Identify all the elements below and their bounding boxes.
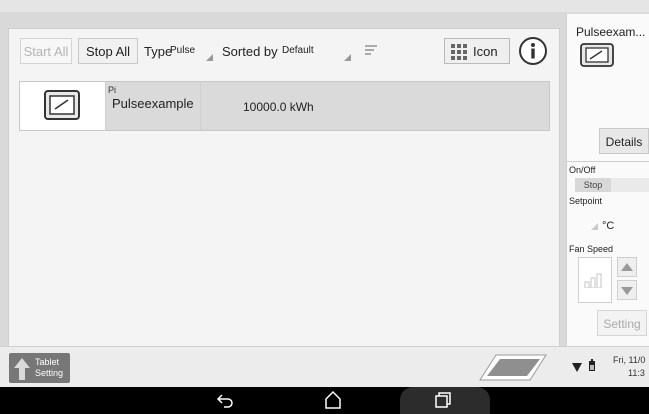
meter-icon (44, 90, 80, 120)
fan-speed-display (578, 257, 612, 303)
toolbar: Start All Stop All Type Pulse Sorted by … (8, 28, 558, 74)
fan-down-button[interactable] (617, 280, 637, 300)
stop-all-button[interactable]: Stop All (78, 38, 138, 64)
meter-icon (580, 43, 614, 67)
device-type-code: Pi (108, 85, 117, 95)
arrow-down-icon (621, 287, 633, 295)
device-thumbnail (20, 82, 106, 130)
arrow-up-icon (621, 263, 633, 271)
type-dropdown-icon[interactable] (206, 54, 213, 61)
device-row[interactable]: Pi Pulseexample 10000.0 kWh (19, 81, 550, 131)
info-icon[interactable] (518, 36, 548, 66)
detail-panel: Pulseexam... Details On/Off Stop Setpoin… (566, 14, 649, 346)
tablet-setting-line2: Setting (35, 368, 64, 378)
icon-view-label: Icon (473, 44, 498, 59)
top-strip (0, 0, 649, 12)
setpoint-unit: °C (602, 220, 615, 232)
sorted-by-label: Sorted by (222, 44, 278, 59)
type-label: Type (144, 44, 173, 59)
stop-button[interactable]: Stop (575, 178, 611, 192)
clock-date: Fri, 11/0 (613, 355, 646, 365)
divider (567, 161, 649, 162)
battery-icon (589, 359, 595, 371)
type-select[interactable]: Pulse (170, 45, 195, 56)
device-value: 10000.0 kWh (243, 100, 314, 114)
sort-select[interactable]: Default (282, 45, 314, 56)
row-divider (200, 82, 201, 130)
onoff-label: On/Off (569, 165, 596, 175)
fan-bars-icon (584, 273, 602, 288)
system-nav-bar (0, 387, 649, 414)
fan-speed-label: Fan Speed (569, 244, 614, 254)
tablet-setting-line1: Tablet (35, 357, 60, 367)
icon-view-button[interactable]: Icon (444, 38, 510, 64)
sort-order-icon[interactable] (364, 44, 378, 56)
tablet-setting-label: Tablet Setting (35, 357, 63, 379)
device-list-panel (8, 28, 560, 348)
fan-up-button[interactable] (617, 257, 637, 277)
grid-icon (451, 44, 467, 60)
back-icon[interactable] (216, 392, 234, 408)
sort-dropdown-icon[interactable] (344, 54, 351, 61)
arrow-up-icon (14, 358, 30, 380)
tablet-device-icon (479, 354, 547, 381)
device-name: Pulseexample (112, 96, 194, 111)
tablet-setting-button[interactable]: Tablet Setting (9, 353, 70, 383)
detail-title: Pulseexam... (576, 25, 646, 39)
setpoint-label: Setpoint (569, 196, 603, 206)
details-button[interactable]: Details (599, 128, 649, 154)
bottom-bar: Tablet Setting Fri, 11/0 11:3 (0, 346, 649, 388)
recent-apps-icon[interactable] (434, 392, 452, 408)
home-icon[interactable] (323, 390, 343, 410)
wifi-icon (572, 363, 582, 372)
clock-time: 11:3 (628, 368, 645, 378)
setpoint-dropdown-icon[interactable] (591, 223, 598, 230)
start-all-button[interactable]: Start All (20, 38, 72, 64)
setting-button[interactable]: Setting (597, 310, 647, 336)
